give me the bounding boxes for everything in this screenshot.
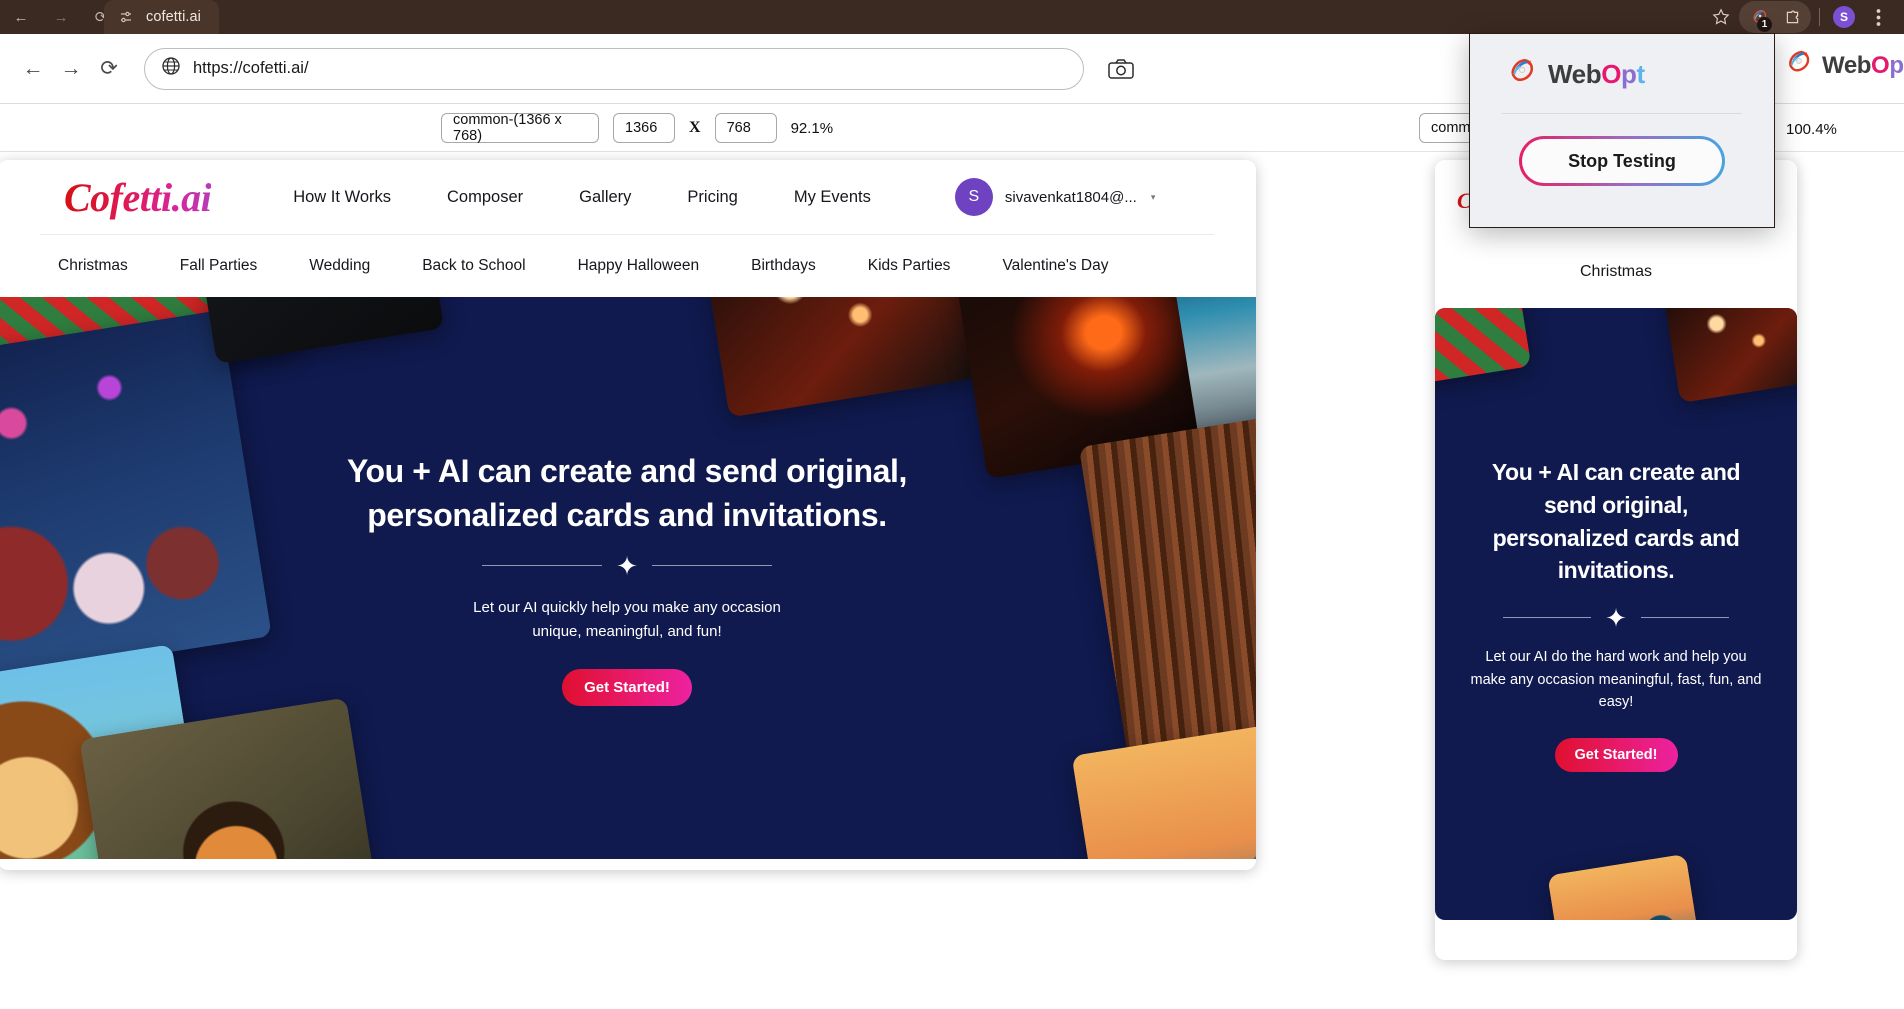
user-email: sivavenkat1804@... (1004, 188, 1137, 206)
webopt-rocket-logo-icon (1504, 56, 1536, 93)
desktop-viewport-preview: Cofetti.ai How It Works Composer Gallery… (0, 160, 1256, 870)
category-wedding[interactable]: Wedding (309, 257, 370, 275)
mobile-hero-divider: ✦ (1503, 605, 1729, 631)
screenshot-root: ← → ⟳ cofetti.ai 1 S ← → ⟳ https://cofet… (0, 0, 1904, 1009)
browser-toolbar-right: 1 S (1705, 0, 1894, 34)
nav-link-my-events[interactable]: My Events (794, 188, 871, 207)
star-icon[interactable] (1705, 2, 1737, 32)
webopt-side-label: WebOpt (1782, 48, 1904, 83)
avatar: S (954, 178, 993, 216)
profile-initial: S (1833, 6, 1855, 28)
back-icon[interactable]: ← (8, 4, 34, 30)
dimension-separator: X (689, 119, 701, 136)
stop-testing-button[interactable]: Stop Testing (1519, 136, 1725, 186)
extensions-group: 1 (1739, 1, 1811, 33)
popup-wordmark: WebOpt (1548, 59, 1645, 90)
camera-icon[interactable] (1102, 50, 1140, 88)
popup-web-part: Web (1548, 59, 1602, 89)
hero-subtext: Let our AI quickly help you make any occ… (473, 599, 781, 640)
webopt-o-part: O (1871, 51, 1890, 79)
popup-logo-row: WebOpt (1470, 34, 1774, 93)
preset-select-desktop[interactable]: common-(1366 x 768) (441, 112, 599, 144)
divider-line-right (651, 565, 772, 567)
extensions-puzzle-icon[interactable] (1776, 2, 1808, 32)
webopt-rocket-logo-icon (1782, 48, 1812, 83)
site-header-primary-row: Cofetti.ai How It Works Composer Gallery… (0, 160, 1256, 234)
browser-tab-strip: ← → ⟳ cofetti.ai 1 S (0, 0, 1904, 34)
address-bar-url: https://cofetti.ai/ (193, 59, 309, 77)
category-birthdays[interactable]: Birthdays (751, 257, 816, 275)
mobile-divider-line-right (1640, 617, 1729, 619)
mobile-hero-headline: You + AI can create and send original, p… (1491, 459, 1741, 584)
site-main-nav: How It Works Composer Gallery Pricing My… (293, 188, 871, 207)
mobile-get-started-button[interactable]: Get Started! (1554, 737, 1678, 772)
mobile-category-row: Christmas (1435, 236, 1797, 308)
hero-content: You + AI can create and send original, p… (0, 297, 1256, 859)
profile-avatar[interactable]: S (1828, 2, 1860, 32)
tab-title: cofetti.ai (146, 9, 201, 25)
mobile-category-christmas[interactable]: Christmas (1580, 263, 1652, 281)
tabstrip-nav-buttons: ← → ⟳ (8, 4, 114, 30)
category-kids-parties[interactable]: Kids Parties (868, 257, 951, 275)
category-valentines-day[interactable]: Valentine's Day (1002, 257, 1108, 275)
site-header: Cofetti.ai How It Works Composer Gallery… (0, 160, 1256, 297)
category-back-to-school[interactable]: Back to School (422, 257, 525, 275)
mobile-hero-content: You + AI can create and send original, p… (1435, 308, 1797, 920)
nav-link-gallery[interactable]: Gallery (579, 188, 631, 207)
popup-action-row: Stop Testing (1470, 136, 1774, 186)
get-started-button[interactable]: Get Started! (562, 668, 692, 706)
webopt-wordmark: WebOpt (1822, 52, 1904, 80)
page-back-icon[interactable]: ← (14, 50, 52, 88)
popup-p-part: p (1621, 59, 1637, 89)
category-happy-halloween[interactable]: Happy Halloween (578, 257, 700, 275)
nav-link-pricing[interactable]: Pricing (687, 188, 737, 207)
mobile-hero-subtext: Let our AI do the hard work and help you… (1470, 649, 1762, 711)
divider-line-left (482, 565, 603, 567)
nav-link-how-it-works[interactable]: How It Works (293, 188, 391, 207)
address-bar[interactable]: https://cofetti.ai/ (144, 47, 1084, 90)
nav-link-composer[interactable]: Composer (447, 188, 523, 207)
page-settings-icon (116, 7, 136, 27)
globe-icon (161, 56, 181, 81)
browser-tab[interactable]: cofetti.ai (104, 0, 219, 34)
webopt-p-part: p (1889, 51, 1904, 79)
height-input-desktop[interactable]: 768 (714, 113, 777, 143)
chevron-down-icon: ▾ (1150, 191, 1156, 202)
webopt-extension-icon[interactable]: 1 (1742, 2, 1774, 32)
webopt-extension-popup: WebOpt Stop Testing (1469, 33, 1775, 228)
popup-o-part: O (1601, 59, 1622, 89)
category-fall-parties[interactable]: Fall Parties (180, 257, 258, 275)
hero-headline: You + AI can create and send original, p… (346, 453, 908, 533)
forward-icon[interactable]: → (48, 4, 74, 30)
webopt-web-part: Web (1822, 51, 1872, 79)
site-logo[interactable]: Cofetti.ai (64, 174, 212, 221)
mobile-hero-section: You + AI can create and send original, p… (1435, 308, 1797, 920)
popup-divider (1502, 113, 1742, 114)
popup-t-part: t (1636, 59, 1646, 89)
mobile-viewport-preview: Cofetti.ai S Christmas You + AI can crea… (1435, 160, 1797, 960)
category-christmas[interactable]: Christmas (58, 257, 128, 275)
zoom-level-desktop: 92.1% (790, 119, 834, 137)
page-reload-icon[interactable]: ⟳ (90, 50, 128, 88)
toolbar-divider (1819, 8, 1820, 26)
desktop-size-controls: common-(1366 x 768) 1366 X 768 92.1% (441, 112, 834, 144)
user-account-menu[interactable]: S sivavenkat1804@... ▾ (954, 178, 1156, 216)
page-forward-icon[interactable]: → (52, 50, 90, 88)
extension-badge-count: 1 (1757, 17, 1772, 32)
stop-testing-label: Stop Testing (1568, 150, 1676, 171)
zoom-level-mobile: 100.4% (1786, 121, 1837, 138)
hero-section: You + AI can create and send original, p… (0, 297, 1256, 859)
kebab-menu-icon[interactable] (1862, 2, 1894, 32)
site-category-nav: Christmas Fall Parties Wedding Back to S… (0, 235, 1256, 297)
hero-divider: ✦ (482, 553, 772, 579)
mobile-divider-line-left (1503, 617, 1592, 619)
width-input-desktop[interactable]: 1366 (613, 113, 675, 143)
